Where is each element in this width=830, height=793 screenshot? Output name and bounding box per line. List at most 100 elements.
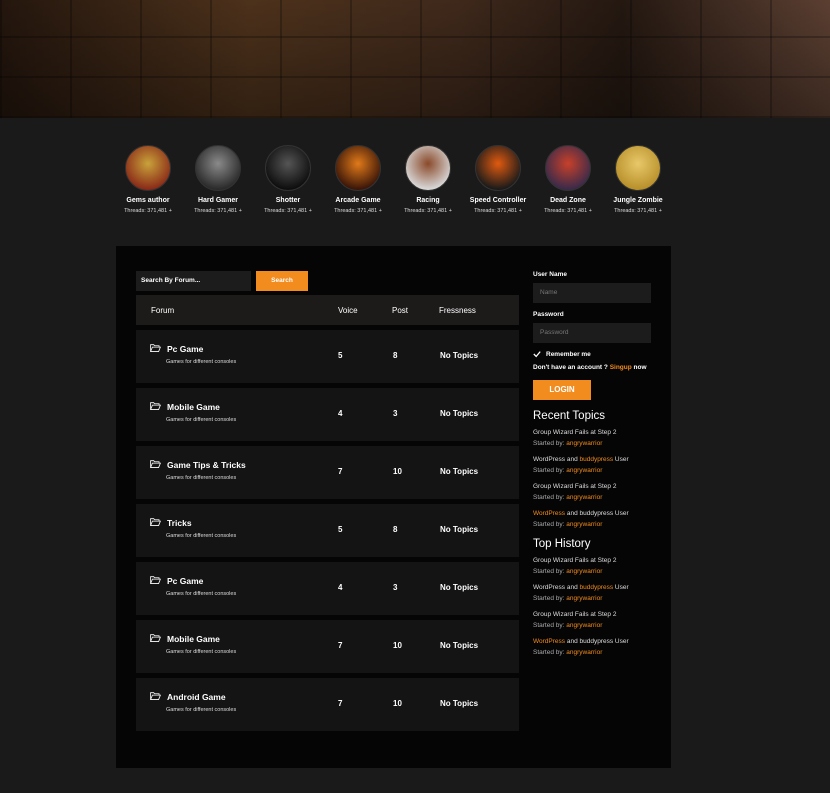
topic-item[interactable]: Group Wizard Fails at Step 2 Started by: … <box>533 555 658 577</box>
topic-item[interactable]: WordPress and buddypress User Started by:… <box>533 636 658 658</box>
forum-name[interactable]: Tricks <box>167 518 192 528</box>
author-avatar[interactable] <box>195 145 241 191</box>
topic-title-rest[interactable]: User <box>613 456 629 463</box>
author-threads: Threads: 371,481 + <box>614 208 662 214</box>
author-avatar[interactable] <box>405 145 451 191</box>
author-card[interactable]: Arcade Game Threads: 371,481 + <box>323 145 393 214</box>
forum-search-input[interactable]: Search By Forum... <box>136 271 251 291</box>
author-card[interactable]: Jungle Zombie Threads: 371,481 + <box>603 145 673 214</box>
topic-item[interactable]: Group Wizard Fails at Step 2 Started by: … <box>533 427 658 449</box>
topic-author[interactable]: angrywarrior <box>566 494 602 501</box>
remember-me[interactable]: Remember me <box>533 350 658 358</box>
forum-row[interactable]: Mobile Game Games for different consoles 7… <box>136 620 519 673</box>
author-card[interactable]: Racing Threads: 371,481 + <box>393 145 463 214</box>
topic-author[interactable]: angrywarrior <box>566 521 602 528</box>
forum-row[interactable]: Mobile Game Games for different consoles 4… <box>136 388 519 441</box>
author-avatar[interactable] <box>475 145 521 191</box>
search-button[interactable]: Search <box>256 271 308 291</box>
author-name[interactable]: Jungle Zombie <box>603 197 673 204</box>
topic-title[interactable]: Group Wizard Fails at Step 2 <box>533 481 658 492</box>
author-name[interactable]: Dead Zone <box>533 197 603 204</box>
voice-count: 5 <box>338 525 343 534</box>
topic-title-text[interactable]: WordPress and <box>533 584 579 591</box>
signup-link[interactable]: Singup <box>610 364 632 371</box>
topic-item[interactable]: Group Wizard Fails at Step 2 Started by: … <box>533 609 658 631</box>
forum-description: Games for different consoles <box>166 417 237 423</box>
forum-row[interactable]: Pc Game Games for different consoles 4 3 No … <box>136 562 519 615</box>
forum-name[interactable]: Mobile Game <box>167 634 220 644</box>
topic-title[interactable]: Group Wizard Fails at Step 2 <box>533 555 658 566</box>
topic-item[interactable]: WordPress and buddypress User Started by:… <box>533 582 658 604</box>
topic-item[interactable]: WordPress and buddypress User Started by:… <box>533 454 658 476</box>
forum-row[interactable]: Game Tips & Tricks Games for different co… <box>136 446 519 499</box>
freshness: No Topics <box>440 641 479 650</box>
forum-row[interactable]: Android Game Games for different consoles… <box>136 678 519 731</box>
topic-title[interactable]: Group Wizard Fails at Step 2 <box>533 609 658 620</box>
topic-title-rest[interactable]: User <box>613 584 629 591</box>
topic-title[interactable]: WordPress and buddypress User <box>533 582 658 593</box>
author-name[interactable]: Hard Gamer <box>183 197 253 204</box>
forum-table-header: Forum Voice Post Fressness <box>136 295 519 325</box>
author-avatar[interactable] <box>615 145 661 191</box>
author-card[interactable]: Speed Controller Threads: 371,481 + <box>463 145 533 214</box>
topic-title[interactable]: WordPress and buddypress User <box>533 636 658 647</box>
author-threads: Threads: 371,481 + <box>334 208 382 214</box>
voice-count: 4 <box>338 583 343 592</box>
topic-title[interactable]: Group Wizard Fails at Step 2 <box>533 427 658 438</box>
author-name[interactable]: Gems author <box>113 197 183 204</box>
topic-author-line: Started by: angrywarrior <box>533 593 658 604</box>
topic-highlight[interactable]: buddypress <box>579 456 613 463</box>
author-threads: Threads: 371,481 + <box>124 208 172 214</box>
author-avatar[interactable] <box>265 145 311 191</box>
author-avatar[interactable] <box>545 145 591 191</box>
author-card[interactable]: Gems author Threads: 371,481 + <box>113 145 183 214</box>
author-avatar[interactable] <box>125 145 171 191</box>
voice-count: 7 <box>338 467 343 476</box>
voice-count: 4 <box>338 409 343 418</box>
voice-count: 7 <box>338 641 343 650</box>
username-input[interactable]: Name <box>533 283 651 303</box>
topic-title-text[interactable]: Group Wizard Fails at Step 2 <box>533 611 616 618</box>
forum-name[interactable]: Android Game <box>167 692 226 702</box>
author-avatar[interactable] <box>335 145 381 191</box>
topic-author[interactable]: angrywarrior <box>566 568 602 575</box>
topic-author[interactable]: angrywarrior <box>566 649 602 656</box>
topic-title-text[interactable]: Group Wizard Fails at Step 2 <box>533 483 616 490</box>
topic-highlight[interactable]: WordPress <box>533 638 565 645</box>
author-card[interactable]: Shotter Threads: 371,481 + <box>253 145 323 214</box>
topic-title-text[interactable]: WordPress and <box>533 456 579 463</box>
post-count: 8 <box>393 525 398 534</box>
forum-row[interactable]: Tricks Games for different consoles 5 8 No T… <box>136 504 519 557</box>
topic-highlight[interactable]: buddypress <box>579 584 613 591</box>
topic-title[interactable]: WordPress and buddypress User <box>533 454 658 465</box>
forum-name[interactable]: Pc Game <box>167 344 203 354</box>
topic-title-text[interactable]: Group Wizard Fails at Step 2 <box>533 429 616 436</box>
topic-title-rest[interactable]: and buddypress User <box>565 510 629 517</box>
topic-author[interactable]: angrywarrior <box>566 467 602 474</box>
topic-title-rest[interactable]: and buddypress User <box>565 638 629 645</box>
signup-line: Don't have an account ? Singup now <box>533 364 658 371</box>
forum-name[interactable]: Mobile Game <box>167 402 220 412</box>
topic-item[interactable]: Group Wizard Fails at Step 2 Started by: … <box>533 481 658 503</box>
checkmark-icon[interactable] <box>533 350 541 358</box>
topic-highlight[interactable]: WordPress <box>533 510 565 517</box>
forum-name[interactable]: Game Tips & Tricks <box>167 460 246 470</box>
login-button[interactable]: LOGIN <box>533 380 591 400</box>
topic-author[interactable]: angrywarrior <box>566 622 602 629</box>
topic-item[interactable]: WordPress and buddypress User Started by:… <box>533 508 658 530</box>
author-card[interactable]: Dead Zone Threads: 371,481 + <box>533 145 603 214</box>
author-name[interactable]: Shotter <box>253 197 323 204</box>
topic-title[interactable]: WordPress and buddypress User <box>533 508 658 519</box>
author-name[interactable]: Racing <box>393 197 463 204</box>
author-card[interactable]: Hard Gamer Threads: 371,481 + <box>183 145 253 214</box>
author-name[interactable]: Speed Controller <box>463 197 533 204</box>
topic-author[interactable]: angrywarrior <box>566 440 602 447</box>
password-input[interactable]: Password <box>533 323 651 343</box>
recent-topics-list: Group Wizard Fails at Step 2 Started by: … <box>533 427 658 530</box>
topic-title-text[interactable]: Group Wizard Fails at Step 2 <box>533 557 616 564</box>
author-name[interactable]: Arcade Game <box>323 197 393 204</box>
forum-name[interactable]: Pc Game <box>167 576 203 586</box>
topic-author[interactable]: angrywarrior <box>566 595 602 602</box>
forum-row[interactable]: Pc Game Games for different consoles 5 8 No … <box>136 330 519 383</box>
hero-banner <box>0 0 830 118</box>
